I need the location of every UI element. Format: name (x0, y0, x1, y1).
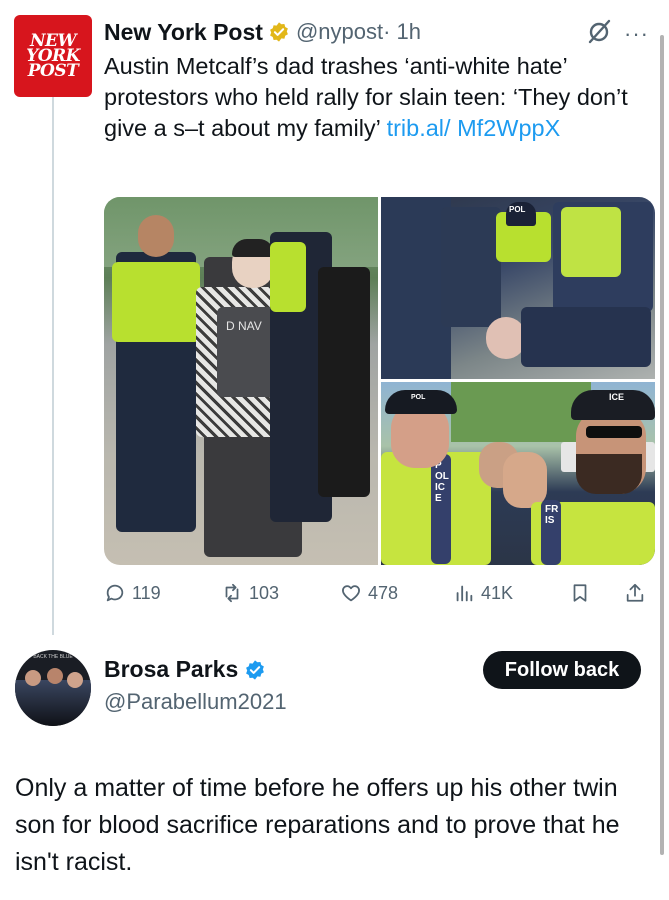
protester-cap (232, 239, 274, 257)
reply-author-name[interactable]: Brosa Parks (104, 656, 238, 683)
views-button[interactable]: 41K (453, 578, 513, 608)
share-button[interactable] (624, 578, 652, 608)
scrollbar[interactable] (660, 35, 664, 855)
vest-right-text: FRIS (545, 504, 559, 526)
trees-background (451, 382, 591, 442)
bystander-figure (318, 267, 370, 497)
tweet-link[interactable]: trib.al/ Mf2WppX (387, 115, 561, 141)
more-icon[interactable]: ··· (624, 23, 649, 45)
avatar-face (25, 670, 41, 686)
vest-right (561, 207, 621, 277)
safety-vest (112, 262, 200, 342)
avatar-officers (15, 680, 91, 726)
media-grid[interactable]: D NAV POL POLICE POL FRIS ICE (104, 197, 655, 565)
officer-head (138, 215, 174, 257)
grok-icon[interactable] (585, 18, 613, 46)
bearded-man-face (503, 452, 547, 508)
repost-icon (225, 583, 239, 603)
avatar-face (67, 672, 83, 688)
sunglasses (586, 426, 642, 438)
reply-author-handle[interactable]: @Parabellum2021 (104, 689, 287, 715)
reply-header: Brosa Parks (104, 656, 266, 683)
photo-man-on-ground[interactable]: POL (381, 197, 655, 379)
reply-text: Only a matter of time before he offers u… (15, 774, 620, 876)
repost-button[interactable]: 103 (221, 578, 279, 608)
cap-text: ICE (609, 392, 625, 402)
avatar[interactable]: BACK THE BLUE (15, 650, 91, 726)
reply-count: 119 (132, 582, 161, 603)
gold-check-badge-icon (270, 22, 288, 42)
like-button[interactable]: 478 (340, 578, 398, 608)
reply-button[interactable]: 119 (104, 578, 161, 608)
author-handle[interactable]: @nypost· 1h (296, 19, 421, 45)
avatar-face (47, 668, 63, 684)
blue-check-badge-icon (246, 659, 265, 680)
tweet-actions: 119 103 478 41K (104, 578, 655, 608)
reply-icon (106, 584, 124, 602)
officer-right-vest (270, 242, 306, 312)
tweet-time: · 1h (383, 19, 422, 44)
tweet-header: New York Post @nypost· 1h (104, 16, 421, 48)
heart-icon (342, 585, 360, 602)
bookmark-icon (573, 584, 587, 602)
cap-text: POL (411, 394, 426, 401)
views-icon (456, 585, 473, 602)
officer-kneeling (441, 207, 501, 327)
nypost-avatar[interactable]: NEW YORK POST (14, 15, 92, 97)
logo-word: POST (27, 60, 79, 81)
beard (576, 454, 642, 494)
follow-back-button[interactable]: Follow back (483, 651, 641, 689)
vest-left-text: POLICE (435, 460, 449, 504)
like-count: 478 (368, 582, 399, 603)
author-name[interactable]: New York Post (104, 19, 263, 46)
tweet-text: Austin Metcalf’s dad trashes ‘anti-white… (104, 51, 644, 144)
cap-text: POL (509, 205, 526, 214)
share-icon (626, 583, 644, 602)
detained-head (486, 317, 526, 359)
shirt-text: D NAV (226, 319, 262, 333)
repost-count: 103 (249, 582, 280, 603)
views-count: 41K (481, 582, 514, 603)
avatar-caption: BACK THE BLUE (33, 654, 73, 660)
thread-line (52, 97, 54, 635)
photo-arrest-protester[interactable]: D NAV (104, 197, 378, 565)
officer-knee (521, 307, 651, 367)
bookmark-button[interactable] (569, 578, 597, 608)
photo-officers-closeup[interactable]: POLICE POL FRIS ICE (381, 382, 655, 565)
